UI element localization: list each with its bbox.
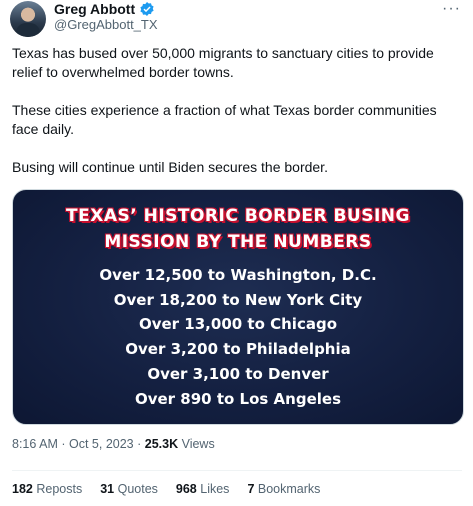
card-stat-los-angeles: Over 890 to Los Angeles — [134, 390, 341, 408]
likes-label: Likes — [200, 482, 230, 496]
card-stat-chicago: Over 13,000 to Chicago — [138, 315, 337, 333]
likes-count: 968 — [175, 482, 197, 496]
card-stat-denver: Over 3,100 to Denver — [147, 365, 329, 383]
tweet-paragraph-2: These cities experience a fraction of wh… — [12, 102, 437, 137]
tweet-date[interactable]: Oct 5, 2023 — [69, 437, 134, 451]
card-title-line-1: TEXAS’ HISTORIC BORDER BUSING — [66, 206, 410, 226]
tweet-header: Greg Abbott @GregAbbott_TX ··· — [0, 0, 473, 40]
tweet-meta: 8:16 AM · Oct 5, 2023 · 25.3K Views — [12, 437, 215, 451]
views-label: Views — [181, 437, 215, 451]
author-name-row: Greg Abbott — [54, 0, 155, 18]
meta-separator: · — [61, 437, 69, 451]
more-dots-icon[interactable]: ··· — [442, 0, 461, 18]
engagement-stats: 182 Reposts 31 Quotes 968 Likes 7 Bookma… — [12, 482, 320, 496]
meta-separator: · — [137, 437, 145, 451]
card-title-line-2: MISSION BY THE NUMBERS — [104, 232, 372, 252]
author-display-name[interactable]: Greg Abbott — [54, 1, 135, 17]
avatar[interactable] — [10, 1, 46, 37]
reposts-label: Reposts — [36, 482, 83, 496]
bookmarks-link[interactable]: 7 Bookmarks — [247, 482, 320, 496]
likes-link[interactable]: 968 Likes — [176, 482, 230, 496]
verified-badge-icon — [140, 2, 154, 16]
tweet-text: Texas has bused over 50,000 migrants to … — [12, 44, 462, 177]
tweet-time[interactable]: 8:16 AM — [12, 437, 58, 451]
reposts-count: 182 — [12, 482, 33, 496]
bookmarks-label: Bookmarks — [257, 482, 321, 496]
quotes-label: Quotes — [117, 482, 158, 496]
views-count: 25.3K — [144, 437, 179, 451]
card-stat-washington: Over 12,500 to Washington, D.C. — [99, 266, 377, 284]
bookmarks-count: 7 — [247, 482, 255, 496]
avatar-figure — [16, 23, 40, 37]
tweet-paragraph-1: Texas has bused over 50,000 migrants to … — [12, 45, 434, 80]
tweet-paragraph-3: Busing will continue until Biden secures… — [12, 159, 328, 175]
quotes-link[interactable]: 31 Quotes — [100, 482, 158, 496]
author-handle[interactable]: @GregAbbott_TX — [54, 17, 158, 32]
reposts-link[interactable]: 182 Reposts — [12, 482, 82, 496]
quotes-count: 31 — [100, 482, 115, 496]
card-stat-philadelphia: Over 3,200 to Philadelphia — [125, 340, 351, 358]
divider — [12, 470, 462, 471]
tweet-media-image[interactable]: TEXAS’ HISTORIC BORDER BUSING MISSION BY… — [12, 189, 464, 425]
card-stat-new-york: Over 18,200 to New York City — [113, 291, 363, 309]
